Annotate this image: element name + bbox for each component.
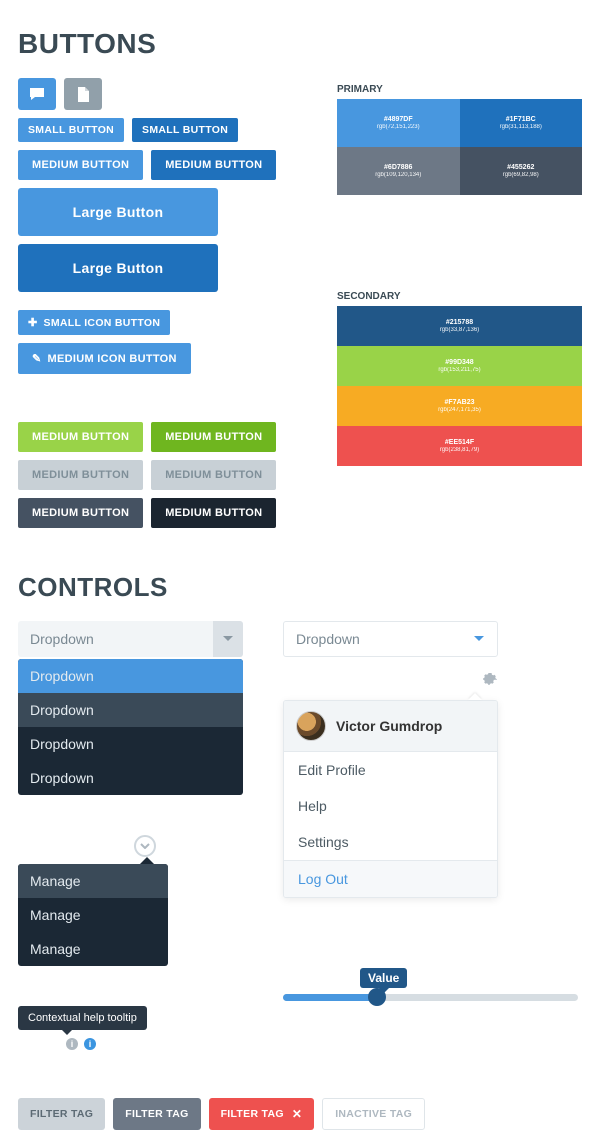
filter-tag[interactable]: FILTER TAG <box>18 1098 105 1130</box>
medium-button-alt[interactable]: MEDIUM BUTTON <box>151 150 276 180</box>
dropdown-item[interactable]: Dropdown <box>18 761 243 795</box>
gear-icon[interactable] <box>283 671 498 687</box>
manage-item[interactable]: Manage <box>18 932 168 966</box>
swatch: #99D348rgb(153,211,75) <box>337 346 582 386</box>
swatch: #215788rgb(33,87,136) <box>337 306 582 346</box>
user-menu-logout[interactable]: Log Out <box>284 860 497 897</box>
user-menu-help[interactable]: Help <box>284 788 497 824</box>
comment-icon-button[interactable] <box>18 78 56 110</box>
pencil-icon: ✎ <box>32 352 42 365</box>
dropdown-item[interactable]: Dropdown <box>18 693 243 727</box>
dropdown-label: Dropdown <box>296 631 360 647</box>
manage-item[interactable]: Manage <box>18 898 168 932</box>
dropdown-menu: Dropdown Dropdown Dropdown Dropdown <box>18 659 243 795</box>
popover-arrow <box>140 857 154 864</box>
user-menu: Victor Gumdrop Edit Profile Help Setting… <box>283 700 498 898</box>
dropdown-collapsed[interactable]: Dropdown <box>283 621 498 657</box>
medium-button-softgray-alt[interactable]: MEDIUM BUTTON <box>151 460 276 490</box>
medium-button[interactable]: MEDIUM BUTTON <box>18 150 143 180</box>
comment-icon <box>29 87 45 101</box>
swatch: #455262rgb(69,82,98) <box>460 147 583 195</box>
user-name: Victor Gumdrop <box>336 718 442 734</box>
slider-thumb[interactable] <box>368 988 386 1006</box>
inactive-tag: INACTIVE TAG <box>322 1098 425 1130</box>
dropdown-item[interactable]: Dropdown <box>18 659 243 693</box>
avatar <box>296 711 326 741</box>
medium-icon-button[interactable]: ✎ MEDIUM ICON BUTTON <box>18 343 191 374</box>
user-menu-settings[interactable]: Settings <box>284 824 497 860</box>
large-button[interactable]: Large Button <box>18 188 218 236</box>
heading-buttons: BUTTONS <box>18 28 582 60</box>
medium-icon-button-label: MEDIUM ICON BUTTON <box>48 353 177 365</box>
close-icon[interactable]: ✕ <box>292 1107 302 1121</box>
medium-button-black[interactable]: MEDIUM BUTTON <box>151 498 276 528</box>
slider-value-badge: Value <box>360 968 407 988</box>
chevron-down-icon <box>213 621 243 657</box>
secondary-palette-label: SECONDARY <box>337 291 582 302</box>
secondary-palette: #215788rgb(33,87,136) #99D348rgb(153,211… <box>337 306 582 466</box>
swatch: #6D7886rgb(109,120,134) <box>337 147 460 195</box>
medium-button-green[interactable]: MEDIUM BUTTON <box>18 422 143 452</box>
user-menu-edit-profile[interactable]: Edit Profile <box>284 752 497 788</box>
medium-button-dark[interactable]: MEDIUM BUTTON <box>18 498 143 528</box>
swatch: #4897DFrgb(72,151,223) <box>337 99 460 147</box>
filter-tag-active[interactable]: FILTER TAG <box>113 1098 200 1130</box>
dropdown-expanded[interactable]: Dropdown <box>18 621 243 657</box>
slider[interactable]: Value <box>283 994 578 1001</box>
info-icon-active[interactable]: i <box>84 1038 96 1050</box>
document-icon-button[interactable] <box>64 78 102 110</box>
manage-item[interactable]: Manage <box>18 864 168 898</box>
heading-controls: CONTROLS <box>18 572 582 603</box>
medium-button-green-alt[interactable]: MEDIUM BUTTON <box>151 422 276 452</box>
medium-button-softgray[interactable]: MEDIUM BUTTON <box>18 460 143 490</box>
swatch: #EE514Frgb(238,81,79) <box>337 426 582 466</box>
tooltip: Contextual help tooltip <box>18 1006 147 1030</box>
dropdown-item[interactable]: Dropdown <box>18 727 243 761</box>
chevron-down-icon <box>140 843 150 849</box>
primary-palette-label: PRIMARY <box>337 84 582 95</box>
swatch: #1F71BCrgb(31,113,188) <box>460 99 583 147</box>
filter-tag-label: FILTER TAG <box>221 1108 284 1120</box>
large-button-alt[interactable]: Large Button <box>18 244 218 292</box>
swatch: #F7AB23rgb(247,171,35) <box>337 386 582 426</box>
small-icon-button-label: SMALL ICON BUTTON <box>44 317 161 329</box>
expand-toggle[interactable] <box>134 835 156 857</box>
slider-track <box>283 994 578 1001</box>
small-button-alt[interactable]: SMALL BUTTON <box>132 118 238 142</box>
popover-arrow <box>468 693 482 700</box>
dropdown-label: Dropdown <box>30 631 94 647</box>
document-icon <box>77 87 89 102</box>
plus-icon: ✚ <box>28 316 38 329</box>
primary-palette: #4897DFrgb(72,151,223) #1F71BCrgb(31,113… <box>337 99 582 195</box>
slider-fill <box>283 994 377 1001</box>
small-icon-button[interactable]: ✚ SMALL ICON BUTTON <box>18 310 170 335</box>
manage-menu: Manage Manage Manage <box>18 864 168 966</box>
filter-tag-removable[interactable]: FILTER TAG ✕ <box>209 1098 315 1130</box>
chevron-down-icon <box>473 635 485 643</box>
small-button[interactable]: SMALL BUTTON <box>18 118 124 142</box>
tags-row: FILTER TAG FILTER TAG FILTER TAG ✕ INACT… <box>18 1098 582 1130</box>
info-icon[interactable]: i <box>66 1038 78 1050</box>
